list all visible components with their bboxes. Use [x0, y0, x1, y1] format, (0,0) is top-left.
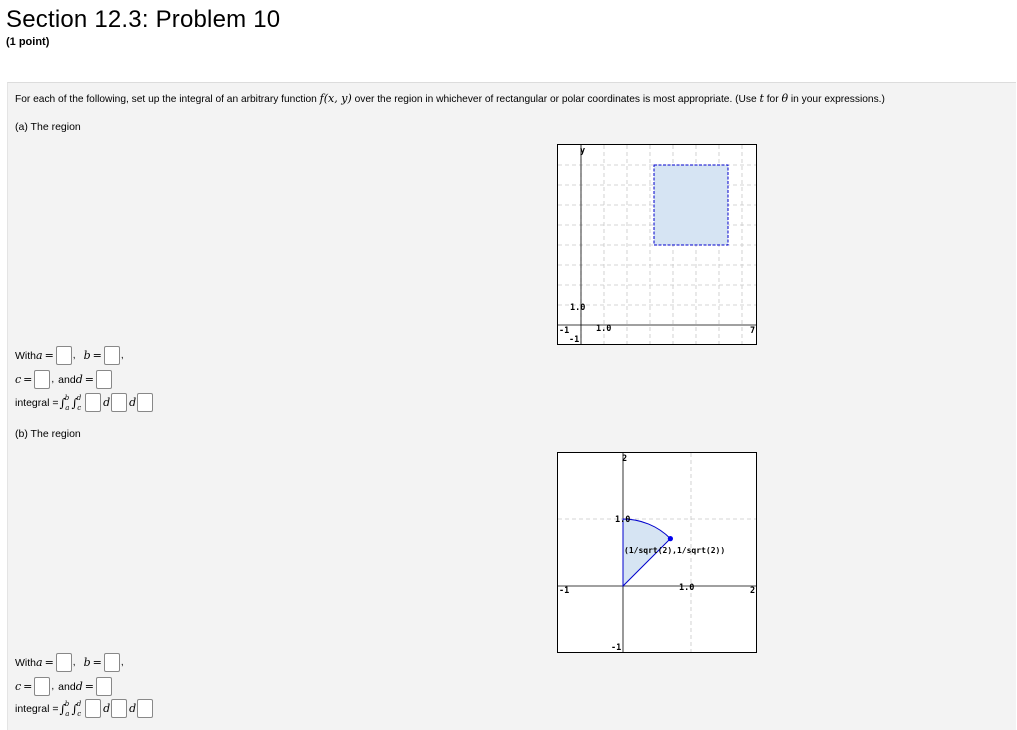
a-answer-input[interactable]	[55, 653, 72, 672]
c-answer-input[interactable]	[34, 370, 51, 389]
intro-text-before: For each of the following, set up the in…	[15, 94, 320, 105]
comma: ,	[51, 374, 55, 385]
equals-sign: =	[84, 680, 94, 693]
tick-label: -1	[559, 586, 569, 596]
part-b-graph: 2 1.0 -1 1.0 2 -1 (1/sqrt(2),1/sqrt(2))	[557, 452, 757, 653]
bounds-ab-row: With a = , b = ,	[15, 653, 124, 672]
and-label: and	[58, 373, 76, 386]
comma: ,	[120, 350, 124, 361]
equals-sign: =	[92, 656, 102, 669]
region-rectangle	[653, 164, 729, 246]
tick-label: 7	[750, 326, 755, 336]
outer-integral-sign: ∫ b a	[59, 699, 70, 718]
page-title: Section 12.3: Problem 10	[6, 6, 281, 33]
problem-instructions: For each of the following, set up the in…	[15, 92, 885, 105]
comma: ,	[120, 657, 124, 668]
outer-integral-sign: ∫ b a	[59, 393, 70, 412]
var-b: b	[83, 656, 91, 669]
d-answer-input[interactable]	[95, 677, 112, 696]
and-label: and	[58, 680, 76, 693]
points-label: (1 point)	[6, 36, 50, 48]
integral-row: integral = ∫ b a ∫ d c d d	[15, 699, 154, 718]
d-answer-input[interactable]	[95, 370, 112, 389]
with-label: With	[15, 656, 36, 669]
var-d: d	[75, 680, 83, 693]
bounds-cd-row: c = , and d =	[15, 370, 112, 389]
lower-limit: c	[77, 403, 82, 412]
b-answer-input[interactable]	[103, 346, 120, 365]
var-b: b	[83, 349, 91, 362]
point-label: (1/sqrt(2),1/sqrt(2))	[624, 546, 725, 555]
upper-limit: b	[64, 393, 70, 402]
equals-sign: =	[44, 656, 54, 669]
b-answer-input[interactable]	[103, 653, 120, 672]
differential-d: d	[129, 396, 137, 409]
equals-sign: =	[23, 680, 33, 693]
integral-row: integral = ∫ b a ∫ d c d d	[15, 393, 154, 412]
part-b-label: (b) The region	[15, 428, 81, 440]
intro-text-middle: over the region in whichever of rectangu…	[351, 94, 760, 105]
comma: ,	[51, 681, 55, 692]
integrand-answer-input[interactable]	[85, 393, 102, 412]
lower-limit: a	[65, 403, 70, 412]
var-c: c	[15, 373, 22, 386]
inner-integral-sign: ∫ d c	[71, 699, 82, 718]
y-axis-label: y	[580, 146, 585, 156]
var-a: a	[36, 656, 43, 669]
with-label: With	[15, 349, 36, 362]
bounds-ab-row: With a = , b = ,	[15, 346, 124, 365]
comma: ,	[72, 657, 76, 668]
tick-label: 1.0	[596, 324, 611, 334]
var-d: d	[75, 373, 83, 386]
part-a-graph: y 1.0 1.0 -1 -1 7	[557, 144, 757, 345]
integral-label: integral =	[15, 702, 59, 715]
tick-label: 1.0	[679, 583, 694, 593]
tick-label: -1	[569, 335, 579, 344]
intro-text-for: for	[763, 94, 782, 105]
differential-d: d	[129, 702, 137, 715]
tick-label: -1	[559, 326, 569, 336]
endpoint-marker	[667, 536, 673, 542]
differential-d: d	[103, 702, 111, 715]
lower-limit: a	[65, 709, 70, 718]
inner-integral-sign: ∫ d c	[71, 393, 82, 412]
equals-sign: =	[23, 373, 33, 386]
equals-sign: =	[84, 373, 94, 386]
intro-text-after: in your expressions.)	[788, 94, 885, 105]
tick-label: -1	[611, 643, 621, 652]
tick-label: 2	[622, 454, 627, 464]
a-answer-input[interactable]	[55, 346, 72, 365]
integral-label: integral =	[15, 396, 59, 409]
upper-limit: d	[76, 393, 82, 402]
equals-sign: =	[92, 349, 102, 362]
part-a-label: (a) The region	[15, 121, 81, 133]
tick-label: 1.0	[615, 515, 630, 525]
outer-variable-answer-input[interactable]	[137, 393, 154, 412]
integrand-answer-input[interactable]	[85, 699, 102, 718]
comma: ,	[72, 350, 76, 361]
differential-d: d	[103, 396, 111, 409]
problem-body: For each of the following, set up the in…	[7, 82, 1016, 730]
inner-variable-answer-input[interactable]	[111, 699, 128, 718]
lower-limit: c	[77, 709, 82, 718]
var-c: c	[15, 680, 22, 693]
c-answer-input[interactable]	[34, 677, 51, 696]
upper-limit: b	[64, 699, 70, 708]
tick-label: 2	[750, 586, 755, 596]
function-expression: f(x, y)	[319, 92, 352, 105]
equals-sign: =	[44, 349, 54, 362]
outer-variable-answer-input[interactable]	[137, 699, 154, 718]
var-a: a	[36, 349, 43, 362]
inner-variable-answer-input[interactable]	[111, 393, 128, 412]
bounds-cd-row: c = , and d =	[15, 677, 112, 696]
tick-label: 1.0	[570, 303, 585, 313]
upper-limit: d	[76, 699, 82, 708]
